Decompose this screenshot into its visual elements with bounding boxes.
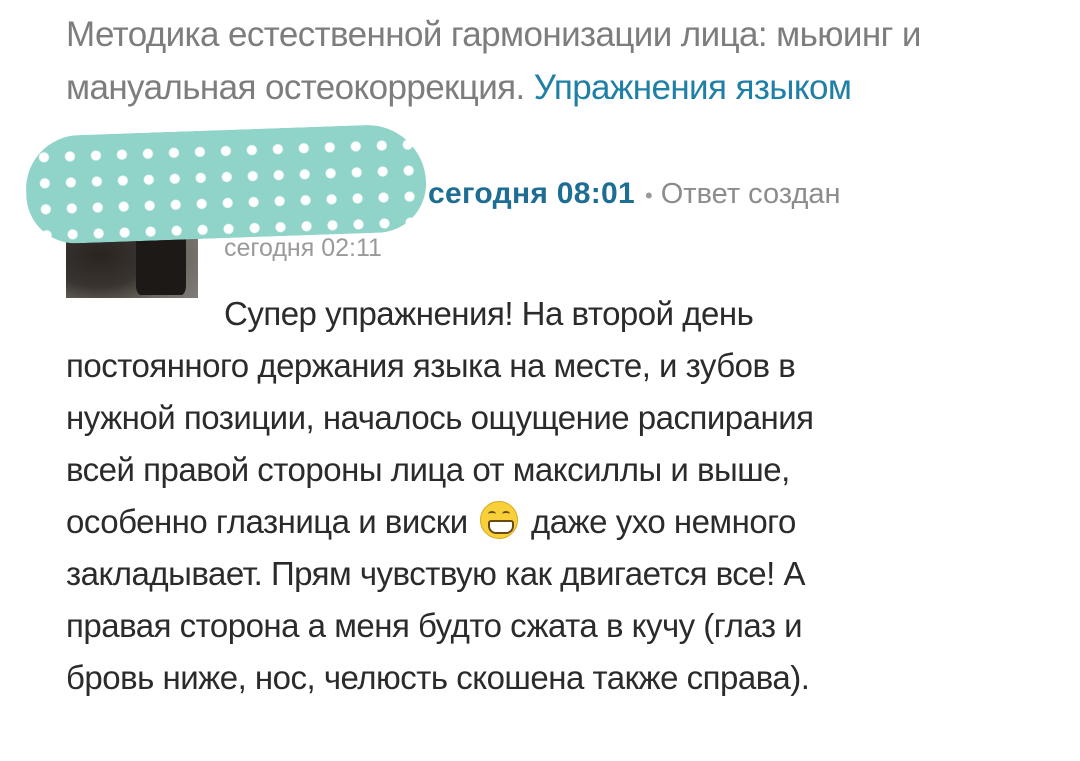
redacted-author-name (24, 123, 428, 245)
comment-first-line: Супер упражнения! На второй день (224, 295, 754, 332)
breadcrumb: Методика естественной гармонизации лица:… (66, 8, 1026, 114)
meta-separator: • (645, 183, 653, 208)
comment-meta: сегодня 08:01 • Ответ создан (428, 174, 841, 216)
comment-line: постоянного держания языка на месте, и з… (66, 347, 796, 384)
grinning-face-icon (480, 501, 519, 539)
comment-page: Методика естественной гармонизации лица:… (0, 0, 1080, 761)
comment-date[interactable]: сегодня 08:01 (428, 177, 635, 210)
comment-line: нужной позиции, началось ощущение распир… (66, 399, 814, 436)
comment-line: правая сторона а меня будто сжата в кучу… (66, 607, 803, 644)
comment-body: постоянного держания языка на месте, и з… (66, 340, 966, 704)
comment-line: всей правой стороны лица от максиллы и в… (66, 451, 790, 488)
comment-text-after-emoji: даже ухо немного (530, 503, 796, 540)
breadcrumb-current-link[interactable]: Упражнения языком (534, 68, 852, 107)
created-time: сегодня 02:11 (224, 234, 382, 262)
comment-line: бровь ниже, нос, челюсть скошена также с… (66, 659, 810, 696)
comment-line-with-emoji: особенно глазница и виски даже ухо немно… (66, 496, 966, 548)
comment-text-before-emoji: особенно глазница и виски (66, 503, 468, 540)
comment-line: закладывает. Прям чувствую как двигается… (66, 555, 805, 592)
created-label: Ответ создан (660, 178, 841, 210)
